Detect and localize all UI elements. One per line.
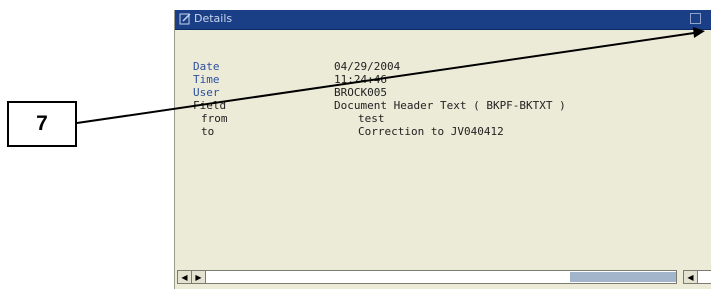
callout-arrow [76,27,705,124]
